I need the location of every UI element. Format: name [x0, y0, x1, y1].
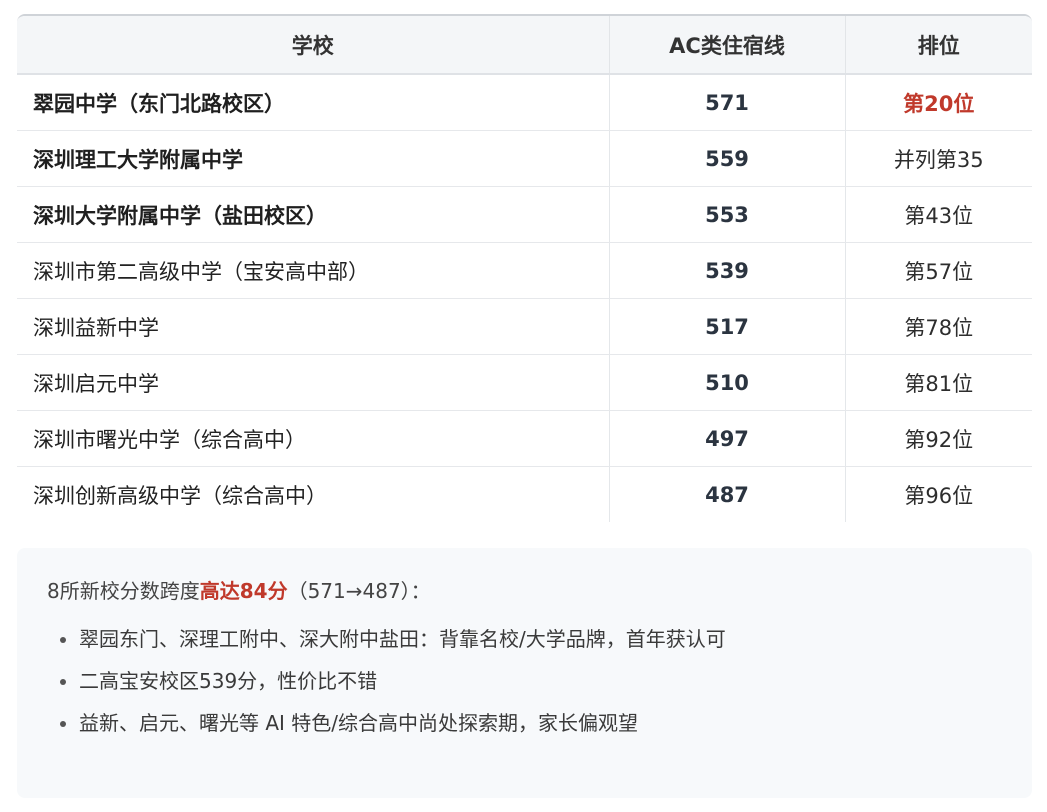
table-row: 深圳理工大学附属中学 559 并列第35 [17, 130, 1032, 187]
rank-cell: 第78位 [845, 298, 1032, 355]
school-name-cell: 深圳益新中学 [17, 298, 610, 355]
table-row: 深圳大学附属中学（盐田校区） 553 第43位 [17, 186, 1032, 243]
rank-cell: 第81位 [845, 354, 1032, 411]
table-row: 深圳市曙光中学（综合高中） 497 第92位 [17, 410, 1032, 467]
summary-bullet-list: 翠园东门、深理工附中、深大附中盐田：背靠名校/大学品牌，首年获认可 二高宝安校区… [47, 624, 1002, 738]
summary-prefix: 8所新校分数跨度 [47, 579, 200, 603]
score-cell: 571 [609, 74, 846, 131]
header-school: 学校 [17, 16, 610, 75]
table-body: 翠园中学（东门北路校区） 571 第20位 深圳理工大学附属中学 559 并列第… [17, 74, 1032, 522]
score-cell: 487 [609, 466, 846, 522]
table-row: 深圳市第二高级中学（宝安高中部） 539 第57位 [17, 242, 1032, 299]
school-name-cell: 深圳市曙光中学（综合高中） [17, 410, 610, 467]
school-score-table: 学校 AC类住宿线 排位 翠园中学（东门北路校区） 571 第20位 深圳理工大… [17, 16, 1032, 522]
school-name-cell: 深圳启元中学 [17, 354, 610, 411]
rank-cell: 第43位 [845, 186, 1032, 243]
school-table-container: 学校 AC类住宿线 排位 翠园中学（东门北路校区） 571 第20位 深圳理工大… [17, 14, 1032, 522]
rank-cell: 第96位 [904, 483, 974, 508]
rank-cell: 第92位 [845, 410, 1032, 467]
rank-cell: 并列第35 [845, 130, 1032, 187]
rank-cell: 第20位 [845, 74, 1032, 131]
bullet-item: 翠园东门、深理工附中、深大附中盐田：背靠名校/大学品牌，首年获认可 [79, 624, 1002, 654]
header-rank: 排位 [845, 16, 1032, 75]
score-cell: 497 [609, 410, 846, 467]
summary-highlight: 高达84分 [199, 579, 288, 603]
bullet-item: 二高宝安校区539分，性价比不错 [79, 666, 1002, 696]
summary-note-box: 8所新校分数跨度高达84分（571→487）： 翠园东门、深理工附中、深大附中盐… [17, 548, 1032, 798]
score-cell: 510 [609, 354, 846, 411]
school-name-cell: 深圳市第二高级中学（宝安高中部） [17, 242, 610, 299]
bullet-item: 益新、启元、曙光等 AI 特色/综合高中尚处探索期，家长偏观望 [79, 708, 1002, 738]
header-score: AC类住宿线 [609, 16, 846, 75]
school-name-cell: 深圳创新高级中学（综合高中） [17, 466, 610, 522]
score-cell: 517 [609, 298, 846, 355]
score-cell: 559 [609, 130, 846, 187]
school-name-cell: 翠园中学（东门北路校区） [17, 74, 610, 131]
summary-suffix: （571→487）： [287, 579, 431, 603]
table-row: 深圳启元中学 510 第81位 [17, 354, 1032, 411]
table-header-row: 学校 AC类住宿线 排位 [17, 16, 1032, 75]
score-cell: 553 [609, 186, 846, 243]
school-name-cell: 深圳大学附属中学（盐田校区） [17, 186, 610, 243]
school-name-cell: 深圳理工大学附属中学 [17, 130, 610, 187]
table-row: 深圳创新高级中学（综合高中） 487 第96位 [17, 466, 1032, 522]
table-row: 深圳益新中学 517 第78位 [17, 298, 1032, 355]
table-row: 翠园中学（东门北路校区） 571 第20位 [17, 74, 1032, 131]
score-cell: 539 [609, 242, 846, 299]
rank-cell: 第57位 [845, 242, 1032, 299]
summary-text: 8所新校分数跨度高达84分（571→487）： [47, 576, 1002, 606]
